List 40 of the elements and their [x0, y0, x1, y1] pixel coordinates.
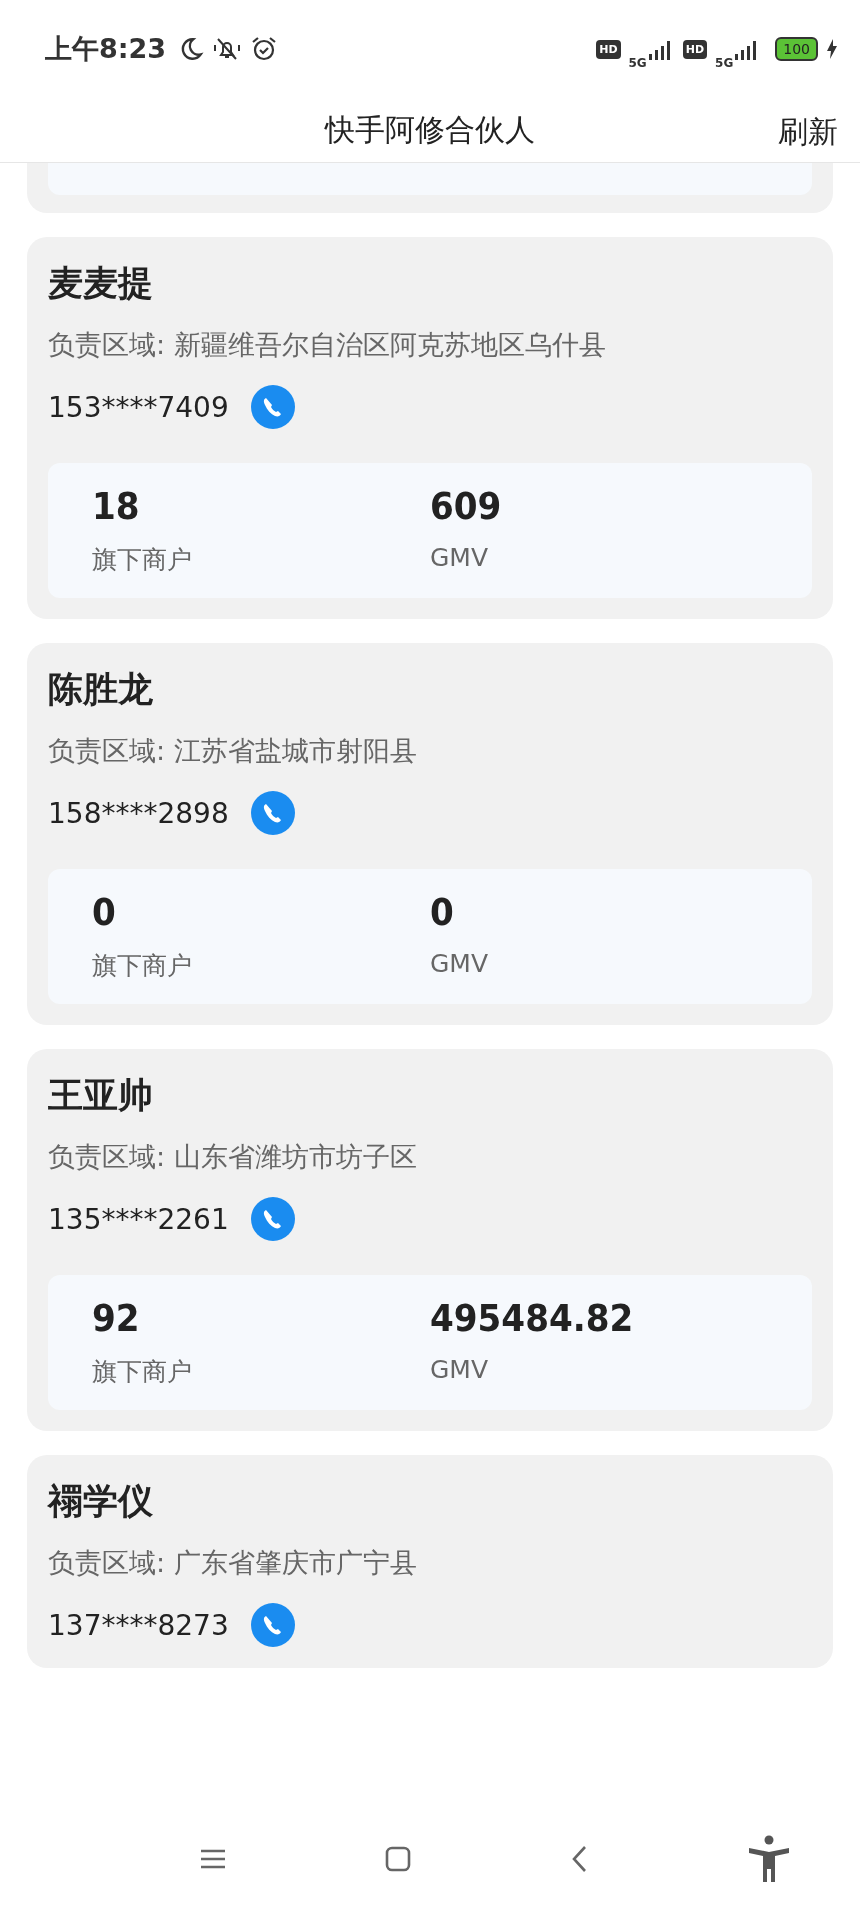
stat-label: 旗下商户 — [92, 950, 192, 982]
partner-name: 王亚帅 — [48, 1074, 153, 1117]
hd-badge: HD — [682, 39, 708, 59]
stat-label: GMV — [430, 543, 489, 572]
stat-value: 609 — [430, 483, 502, 529]
status-time: 上午8:23 — [45, 32, 167, 66]
phone-call-icon[interactable] — [250, 1197, 295, 1241]
region-text: 负责区域: 新疆维吾尔自治区阿克苏地区乌什县 — [48, 328, 606, 362]
muted-bell-icon — [212, 36, 243, 62]
accessibility-icon[interactable] — [747, 1834, 792, 1883]
stat-value: 0 — [92, 889, 116, 935]
phone-call-icon[interactable] — [250, 791, 295, 835]
stat-value: 92 — [92, 1295, 140, 1341]
phone-number: 135****2261 — [48, 1202, 229, 1236]
partner-name: 禤学仪 — [48, 1480, 153, 1523]
network-label: 5G — [628, 56, 647, 70]
phone-call-icon[interactable] — [250, 1603, 295, 1647]
phone-number: 153****7409 — [48, 390, 229, 424]
partner-name: 陈胜龙 — [48, 668, 153, 711]
network-label: 5G — [715, 56, 734, 70]
phone-number: 158****2898 — [48, 796, 229, 830]
region-text: 负责区域: 江苏省盐城市射阳县 — [48, 734, 417, 768]
stat-value: 18 — [92, 483, 140, 529]
region-text: 负责区域: 广东省肇庆市广宁县 — [48, 1546, 417, 1580]
stat-value: 0 — [430, 889, 454, 935]
charging-icon — [826, 38, 838, 60]
battery-indicator: 100 — [775, 37, 818, 61]
phone-number: 137****8273 — [48, 1608, 229, 1642]
stat-label: GMV — [430, 1355, 489, 1384]
stat-label: 旗下商户 — [92, 544, 192, 576]
refresh-button[interactable]: 刷新 — [776, 108, 840, 157]
home-icon[interactable] — [384, 1844, 413, 1873]
stat-label: 旗下商户 — [92, 1356, 192, 1388]
region-text: 负责区域: 山东省潍坊市坊子区 — [48, 1140, 417, 1174]
stat-value: 495484.82 — [430, 1295, 634, 1341]
page-title: 快手阿修合伙人 — [325, 110, 535, 149]
hd-badge: HD — [596, 39, 621, 59]
stat-label: GMV — [430, 949, 489, 978]
partner-name: 麦麦提 — [48, 262, 153, 305]
phone-call-icon[interactable] — [250, 385, 295, 429]
